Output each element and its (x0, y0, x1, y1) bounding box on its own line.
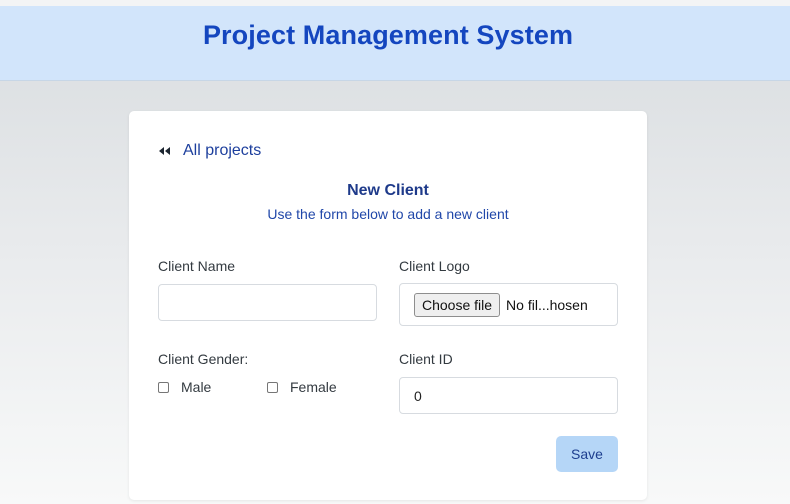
male-checkbox[interactable] (158, 381, 169, 393)
new-client-card: All projects New Client Use the form bel… (129, 111, 647, 500)
double-chevron-left-icon (159, 144, 173, 158)
female-label: Female (290, 379, 337, 395)
client-logo-label: Client Logo (399, 258, 470, 274)
female-checkbox[interactable] (267, 381, 278, 393)
app-header: Project Management System (0, 6, 790, 81)
client-id-label: Client ID (399, 351, 453, 367)
client-logo-file-input[interactable]: Choose file No fil...hosen (399, 283, 618, 326)
choose-file-button[interactable]: Choose file (414, 292, 501, 317)
form-title: New Client (347, 182, 429, 199)
client-name-input[interactable] (158, 284, 377, 321)
client-gender-label: Client Gender: (158, 351, 249, 367)
all-projects-link[interactable]: All projects (159, 142, 261, 160)
file-status-text: No fil...hosen (506, 296, 588, 313)
client-id-input[interactable] (399, 377, 618, 414)
save-button[interactable]: Save (556, 436, 618, 472)
male-label: Male (181, 379, 212, 395)
form-subtitle: Use the form below to add a new client (267, 206, 509, 222)
page-title: Project Management System (202, 20, 574, 50)
all-projects-label: All projects (183, 142, 262, 159)
client-name-label: Client Name (158, 258, 236, 274)
gender-option-female[interactable]: Female (267, 379, 337, 395)
gender-option-male[interactable]: Male (158, 379, 211, 395)
